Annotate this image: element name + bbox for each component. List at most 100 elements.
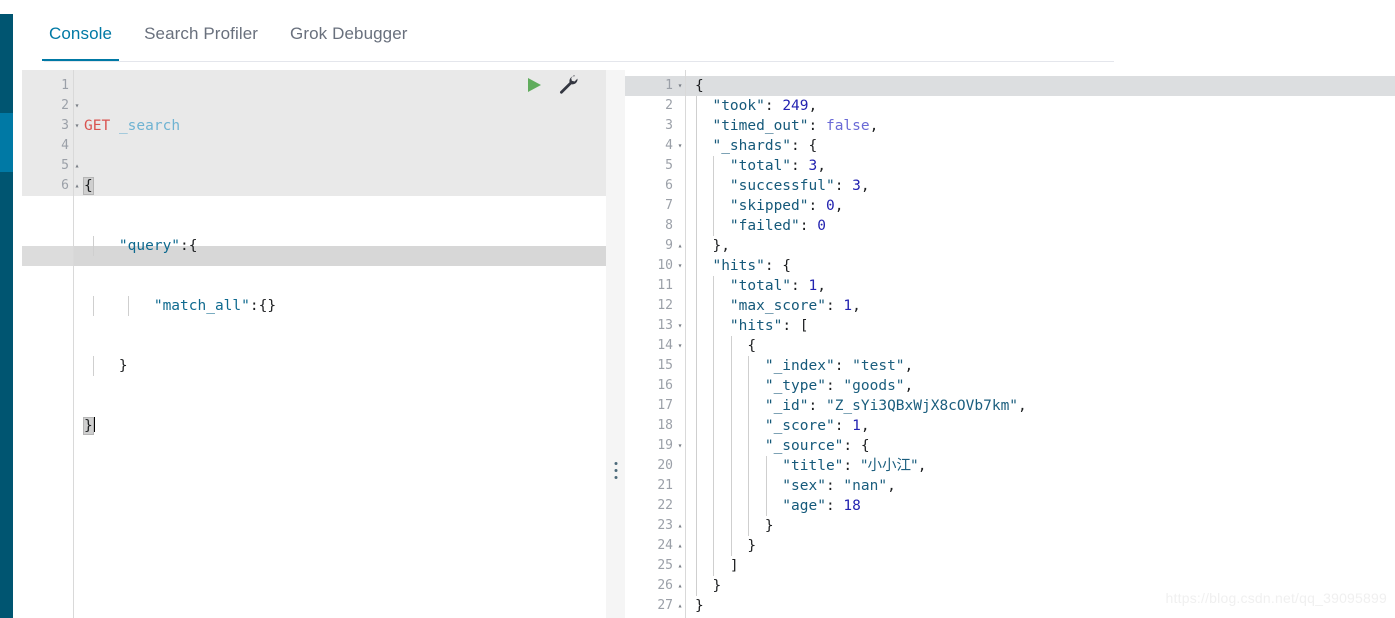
response-line-number[interactable]: 7 [625,196,685,216]
response-line-number[interactable]: 21 [625,476,685,496]
response-line-number[interactable]: 2 [625,96,685,116]
fold-toggle-icon[interactable] [72,136,82,156]
code-token: 18 [843,498,861,514]
response-line-number[interactable]: 1 ▾ [625,76,685,96]
fold-toggle-icon[interactable]: ▾ [675,436,685,456]
editor-line-number[interactable]: 3 ▾ [22,116,79,136]
code-token: "took" [695,98,765,114]
response-line-number[interactable]: 9 ▴ [625,236,685,256]
fold-toggle-icon[interactable] [675,476,685,496]
response-line-number[interactable]: 24 ▴ [625,536,685,556]
response-line-number[interactable]: 3 [625,116,685,136]
response-viewer[interactable]: 1 ▾ 2 3 4 ▾ 5 6 7 8 9 ▴ 10 ▾ 11 12 13 ▾ 14 ▾ 15 16 17 18 19 ▾ 20 21… [625,70,1395,618]
fold-toggle-icon[interactable]: ▴ [675,596,685,616]
code-token: : [808,398,826,414]
response-line-number[interactable]: 15 [625,356,685,376]
response-line-number[interactable]: 18 [625,416,685,436]
fold-toggle-icon[interactable]: ▾ [675,256,685,276]
fold-toggle-icon[interactable]: ▴ [72,176,82,196]
fold-toggle-icon[interactable] [675,156,685,176]
nav-rail-active-item[interactable] [0,113,13,172]
response-line-number[interactable]: 23 ▴ [625,516,685,536]
response-line-number[interactable]: 12 [625,296,685,316]
fold-toggle-icon[interactable]: ▴ [675,536,685,556]
fold-toggle-icon[interactable] [675,396,685,416]
response-line-number[interactable]: 14 ▾ [625,336,685,356]
fold-toggle-icon[interactable]: ▾ [72,116,82,136]
response-line-number[interactable]: 16 [625,376,685,396]
fold-toggle-icon[interactable] [675,416,685,436]
wrench-icon[interactable] [558,74,580,96]
response-line-number[interactable]: 5 [625,156,685,176]
fold-toggle-icon[interactable] [675,376,685,396]
response-line-number[interactable]: 4 ▾ [625,136,685,156]
response-code-line: "_index": "test", [695,356,1027,376]
response-code-line: "hits": { [695,256,1027,276]
fold-toggle-icon[interactable] [675,116,685,136]
code-token: "Z_sYi3QBxWjX8cOVb7km" [825,398,1019,414]
response-line-number[interactable]: 22 [625,496,685,516]
editor-line-number-text: 3 [61,118,69,133]
indent-guide [696,436,697,456]
response-line-number[interactable]: 19 ▾ [625,436,685,456]
fold-toggle-icon[interactable]: ▴ [72,156,82,176]
response-line-number[interactable]: 8 [625,216,685,236]
tab-grok-debugger[interactable]: Grok Debugger [274,0,424,61]
play-icon[interactable] [524,75,544,95]
indent-guide [696,256,697,276]
fold-toggle-icon[interactable] [675,96,685,116]
panel-resize-handle[interactable] [606,70,625,618]
code-token: , [808,98,818,114]
editor-code-text[interactable]: GET _search { "query":{ "match_all":{} }… [83,76,276,476]
response-line-number[interactable]: 17 [625,396,685,416]
fold-toggle-icon[interactable] [675,456,685,476]
global-nav-rail[interactable] [0,0,13,618]
indent-guide [730,476,732,496]
response-line-number[interactable]: 25 ▴ [625,556,685,576]
fold-toggle-icon[interactable]: ▴ [675,236,685,256]
editor-line-number[interactable]: 4 [22,136,73,156]
fold-toggle-icon[interactable]: ▴ [675,556,685,576]
editor-active-line-gutter-highlight [22,246,73,266]
editor-line-number[interactable]: 1 [22,76,73,96]
response-code-text: { "took": 249, "timed_out": false, "_sha… [695,76,1027,616]
code-token: } [83,417,94,435]
fold-toggle-icon[interactable]: ▴ [675,576,685,596]
fold-toggle-icon[interactable]: ▴ [675,516,685,536]
response-line-number[interactable]: 20 [625,456,685,476]
fold-toggle-icon[interactable] [72,76,82,96]
response-line-number-text: 11 [657,278,673,293]
fold-toggle-icon[interactable]: ▾ [675,316,685,336]
fold-toggle-icon[interactable]: ▾ [675,76,685,96]
fold-toggle-icon[interactable] [675,296,685,316]
code-token: , [904,358,914,374]
fold-toggle-icon[interactable] [675,356,685,376]
fold-toggle-icon[interactable]: ▾ [72,96,82,116]
fold-toggle-icon[interactable] [675,496,685,516]
response-line-number[interactable]: 6 [625,176,685,196]
tab-console[interactable]: Console [33,0,128,61]
editor-line-number[interactable]: 6 ▴ [22,176,79,196]
fold-toggle-icon[interactable]: ▾ [675,336,685,356]
code-token: : [825,378,844,394]
tab-search-profiler[interactable]: Search Profiler [128,0,274,61]
response-line-number[interactable]: 13 ▾ [625,316,685,336]
fold-toggle-icon[interactable] [675,196,685,216]
indent-guide [696,116,697,136]
response-line-number[interactable]: 26 ▴ [625,576,685,596]
response-line-number[interactable]: 10 ▾ [625,256,685,276]
editor-line-number[interactable]: 5 ▴ [22,156,79,176]
response-code-line: } [695,516,1027,536]
fold-toggle-icon[interactable]: ▾ [675,136,685,156]
kibana-dev-tools-console: Console Search Profiler Grok Debugger 1 … [0,0,1395,618]
editor-line-numbers: 1 2 ▾ 3 ▾ 4 5 ▴ 6 ▴ [22,76,79,196]
editor-line-number[interactable]: 2 ▾ [22,96,79,116]
editor-code-line: "match_all":{} [84,296,276,316]
response-line-number[interactable]: 11 [625,276,685,296]
response-line-number[interactable]: 27 ▴ [625,596,685,616]
indent-guide [696,376,697,396]
fold-toggle-icon[interactable] [675,176,685,196]
request-editor[interactable]: 1 2 ▾ 3 ▾ 4 5 ▴ 6 ▴ GET _search {"query… [22,70,606,618]
fold-toggle-icon[interactable] [675,216,685,236]
fold-toggle-icon[interactable] [675,276,685,296]
